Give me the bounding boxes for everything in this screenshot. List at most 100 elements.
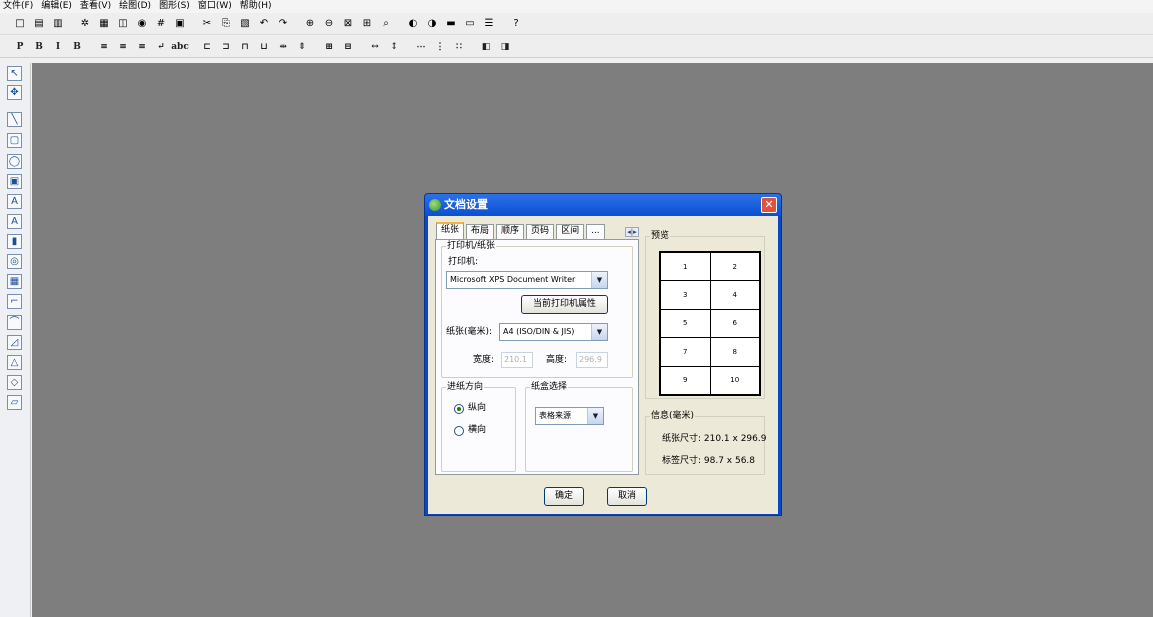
align-center-icon[interactable]: ≡ xyxy=(115,39,131,55)
ellipse-icon[interactable]: ◯ xyxy=(7,154,22,169)
dialog-titlebar[interactable]: 文档设置 ✕ xyxy=(425,194,781,216)
preview-legend: 预览 xyxy=(650,231,671,242)
width-input[interactable]: 210.1 xyxy=(501,352,533,368)
chevron-down-icon[interactable]: ▼ xyxy=(591,272,607,288)
landscape-radio[interactable] xyxy=(454,426,464,436)
show-icon[interactable]: ◐ xyxy=(405,16,421,32)
line-icon[interactable]: ╲ xyxy=(7,112,22,127)
italic-icon[interactable]: I xyxy=(50,39,66,55)
fit-page-icon[interactable]: ⊠ xyxy=(340,16,356,32)
menu-item[interactable]: 绘图(D) xyxy=(119,0,151,13)
menu-item[interactable]: 编辑(E) xyxy=(41,0,72,13)
paper-tray-select[interactable]: 表格来源 ▼ xyxy=(535,407,604,425)
tab-layout[interactable]: 布局 xyxy=(466,224,495,239)
send-back-icon[interactable]: ◨ xyxy=(497,39,513,55)
toolbar-separator xyxy=(470,39,478,55)
cancel-button[interactable]: 取消 xyxy=(607,487,647,506)
save-icon[interactable]: ▥ xyxy=(50,16,66,32)
pan-icon[interactable]: ✥ xyxy=(7,85,22,100)
polygon-icon[interactable]: ◿ xyxy=(7,335,22,350)
seal-icon[interactable]: ◎ xyxy=(7,254,22,269)
paste-icon[interactable]: ▧ xyxy=(237,16,253,32)
tab-more[interactable]: ... xyxy=(586,224,605,239)
outline-text-icon[interactable]: A xyxy=(7,214,22,229)
same-height-icon[interactable]: ↕ xyxy=(386,39,402,55)
fit-width-icon[interactable]: ⊞ xyxy=(359,16,375,32)
text-wrap-icon[interactable]: ↵ xyxy=(153,39,169,55)
chevron-down-icon[interactable]: ▼ xyxy=(587,408,603,424)
same-width-icon[interactable]: ↔ xyxy=(367,39,383,55)
menu-item[interactable]: 查看(V) xyxy=(80,0,111,13)
calculator-icon[interactable]: ▣ xyxy=(172,16,188,32)
bold-italic-icon[interactable]: B xyxy=(69,39,85,55)
zoom-in-icon[interactable]: ⊕ xyxy=(302,16,318,32)
copy-icon[interactable]: ⎘ xyxy=(218,16,234,32)
toolbar-separator xyxy=(397,16,405,32)
tab-paper[interactable]: 纸张 xyxy=(436,222,465,239)
hide-icon[interactable]: ◑ xyxy=(424,16,440,32)
center-v-icon[interactable]: ⊟ xyxy=(340,39,356,55)
chevron-down-icon[interactable]: ▼ xyxy=(591,324,607,340)
abc-icon[interactable]: abc xyxy=(171,39,189,55)
bring-front-icon[interactable]: ◧ xyxy=(478,39,494,55)
zoom-out-icon[interactable]: ⊖ xyxy=(321,16,337,32)
redo-icon[interactable]: ↷ xyxy=(275,16,291,32)
barcode-icon[interactable]: ▮ xyxy=(7,234,22,249)
menu-item[interactable]: 窗口(W) xyxy=(198,0,232,13)
arc-icon[interactable]: ⌒ xyxy=(7,315,22,330)
settings-icon[interactable]: ✲ xyxy=(77,16,93,32)
table-icon[interactable]: ▦ xyxy=(7,274,22,289)
align-objects-right-icon[interactable]: ⊐ xyxy=(218,39,234,55)
parallelogram-icon[interactable]: ▱ xyxy=(7,395,22,410)
align-top-icon[interactable]: ⊓ xyxy=(237,39,253,55)
help-icon[interactable]: ? xyxy=(508,16,524,32)
tab-page-number[interactable]: 页码 xyxy=(526,224,555,239)
grid-icon[interactable]: # xyxy=(153,16,169,32)
printer-properties-button[interactable]: 当前打印机属性 xyxy=(521,295,608,314)
spacing-v-icon[interactable]: ⋮ xyxy=(432,39,448,55)
tab-range[interactable]: 区间 xyxy=(556,224,585,239)
align-bottom-icon[interactable]: ⊔ xyxy=(256,39,272,55)
cut-icon[interactable]: ✂ xyxy=(199,16,215,32)
plain-text-icon[interactable]: P xyxy=(12,39,28,55)
polyline-icon[interactable]: ⌐ xyxy=(7,294,22,309)
align-objects-left-icon[interactable]: ⊏ xyxy=(199,39,215,55)
open-icon[interactable]: ▤ xyxy=(31,16,47,32)
print-icon[interactable]: ▦ xyxy=(96,16,112,32)
spacing-equal-icon[interactable]: ∷ xyxy=(451,39,467,55)
diamond-icon[interactable]: ◇ xyxy=(7,375,22,390)
toolbar-separator xyxy=(88,39,96,55)
new-icon[interactable]: □ xyxy=(12,16,28,32)
list-icon[interactable]: ☰ xyxy=(481,16,497,32)
bold-icon[interactable]: B xyxy=(31,39,47,55)
distribute-v-icon[interactable]: ⇕ xyxy=(294,39,310,55)
tab-order[interactable]: 顺序 xyxy=(496,224,525,239)
text-icon[interactable]: A xyxy=(7,194,22,209)
print-preview-icon[interactable]: ◫ xyxy=(115,16,131,32)
tab-scroll-buttons[interactable]: ◂|▸ xyxy=(625,227,639,237)
triangle-icon[interactable]: △ xyxy=(7,355,22,370)
fill-icon[interactable]: ▭ xyxy=(462,16,478,32)
zoom-icon[interactable]: ⌕ xyxy=(378,16,394,32)
menu-item[interactable]: 图形(S) xyxy=(159,0,190,13)
printer-select[interactable]: Microsoft XPS Document Writer ▼ xyxy=(446,271,608,289)
spacing-h-icon[interactable]: ⋯ xyxy=(413,39,429,55)
align-right-icon[interactable]: ≡ xyxy=(134,39,150,55)
distribute-h-icon[interactable]: ⇹ xyxy=(275,39,291,55)
menu-item[interactable]: 文件(F) xyxy=(3,0,33,13)
menu-item[interactable]: 帮助(H) xyxy=(240,0,272,13)
align-left-icon[interactable]: ≡ xyxy=(96,39,112,55)
undo-icon[interactable]: ↶ xyxy=(256,16,272,32)
rectangle-icon[interactable]: ▢ xyxy=(7,133,22,148)
preview-cell: 1 xyxy=(661,253,710,281)
paper-size-select[interactable]: A4 (ISO/DIN & JIS) ▼ xyxy=(499,323,608,341)
ok-button[interactable]: 确定 xyxy=(544,487,584,506)
image-icon[interactable]: ▣ xyxy=(7,174,22,189)
database-icon[interactable]: ◉ xyxy=(134,16,150,32)
select-pointer-icon[interactable]: ↖ xyxy=(7,66,22,81)
center-h-icon[interactable]: ⊞ xyxy=(321,39,337,55)
close-button[interactable]: ✕ xyxy=(761,197,777,213)
color-icon[interactable]: ▬ xyxy=(443,16,459,32)
portrait-radio[interactable] xyxy=(454,404,464,414)
height-input[interactable]: 296.9 xyxy=(576,352,608,368)
